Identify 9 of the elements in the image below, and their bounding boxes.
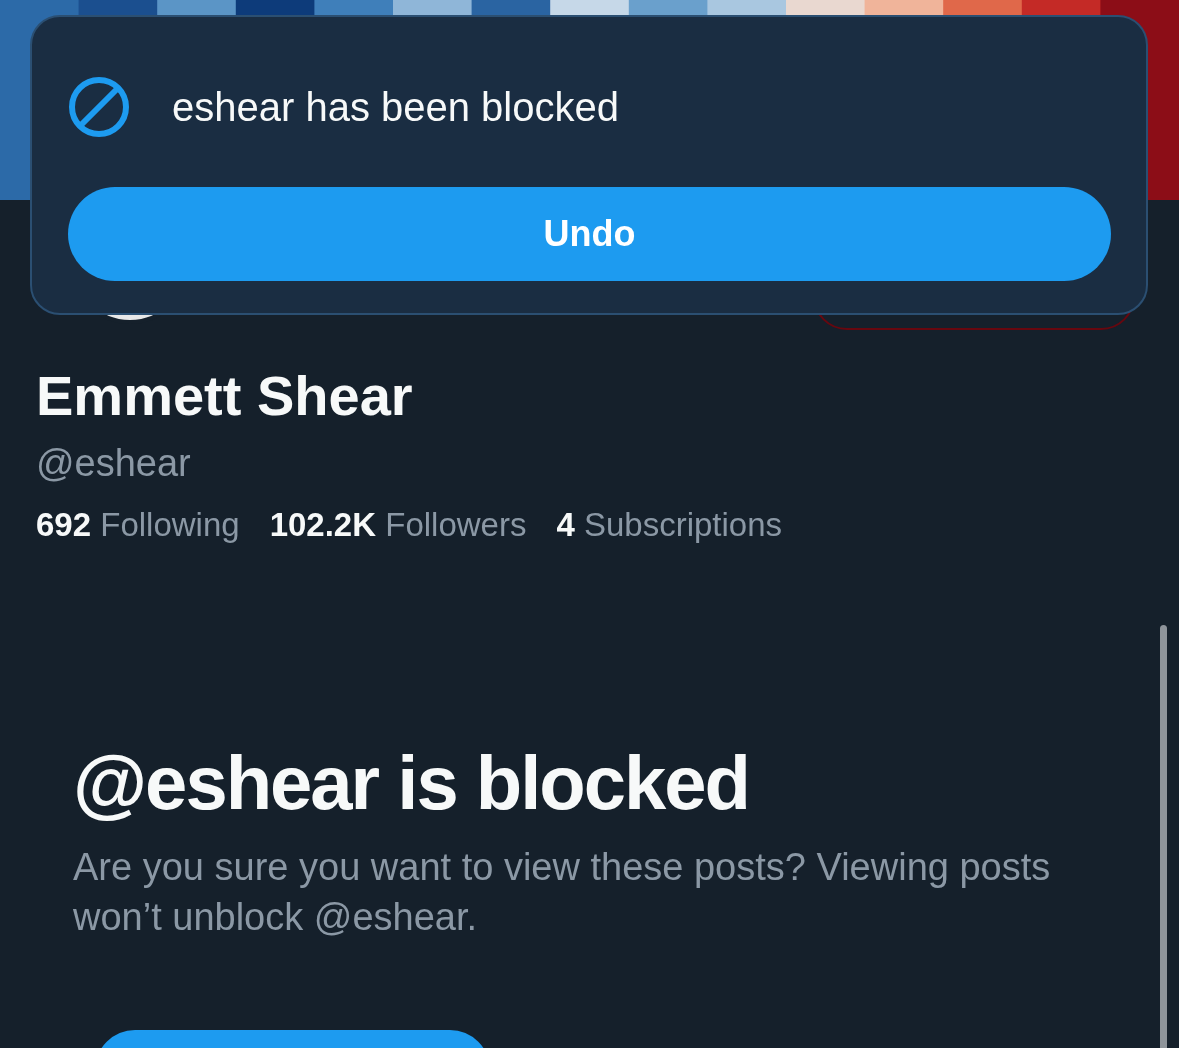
toast-message: eshear has been blocked bbox=[172, 84, 619, 131]
profile-name: Emmett Shear bbox=[36, 363, 414, 429]
block-icon bbox=[68, 76, 130, 138]
profile-stat[interactable]: 102.2K Followers bbox=[269, 502, 527, 548]
profile-handle: @eshear bbox=[36, 441, 192, 486]
profile-stat[interactable]: 4 Subscriptions bbox=[556, 502, 783, 548]
blocked-title: @eshear is blocked bbox=[73, 739, 750, 827]
blocked-description: Are you sure you want to view these posts? Viewing posts won’t unblock @eshear. bbox=[73, 845, 1052, 940]
profile-stat[interactable]: 692 Following bbox=[36, 502, 240, 548]
